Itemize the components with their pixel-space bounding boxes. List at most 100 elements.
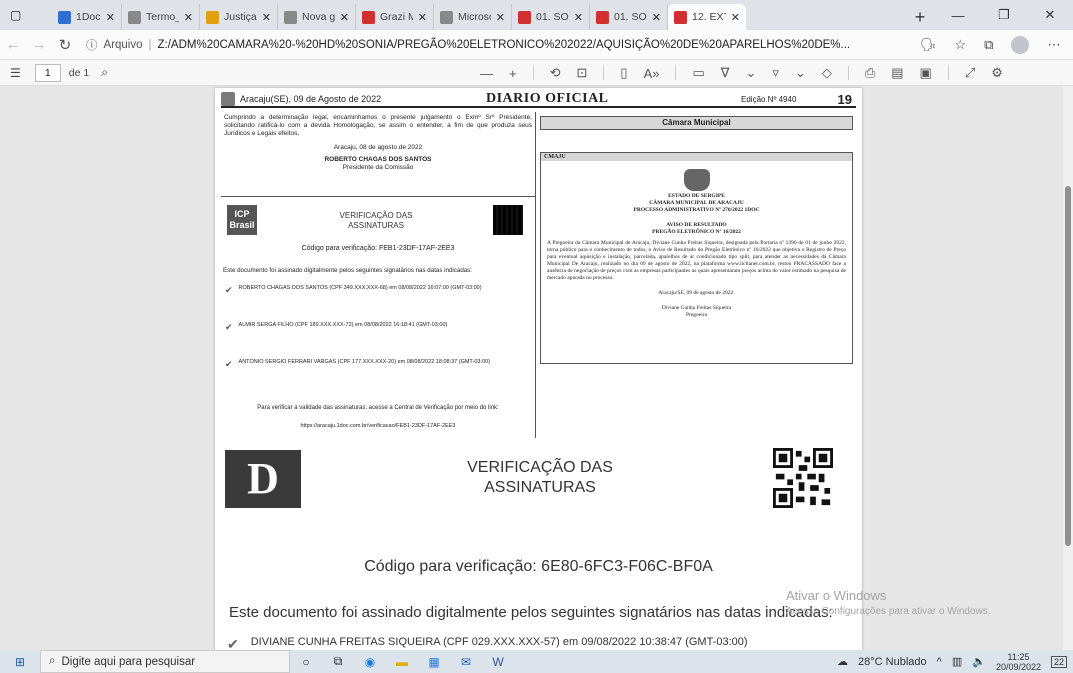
zoom-in-icon[interactable]: + xyxy=(509,66,517,81)
clock-date: 20/09/2022 xyxy=(995,661,1041,672)
mail-icon[interactable]: ✉ xyxy=(450,650,482,673)
search-icon[interactable]: ⌕ xyxy=(101,65,108,80)
page-total: de 1 xyxy=(68,66,90,79)
tab-close-icon[interactable]: ✕ xyxy=(731,11,740,24)
immersive-reader-icon[interactable]: ▭ xyxy=(692,65,704,81)
favorites-icon[interactable]: ☆ xyxy=(955,37,967,53)
word-icon[interactable]: W xyxy=(482,650,514,673)
notice-signer-role: Pregoeira xyxy=(685,312,708,318)
search-icon: ⌕ xyxy=(49,655,56,667)
highlight-icon[interactable]: ▿ xyxy=(772,65,779,81)
browser-tab[interactable]: Termo_d ✕ xyxy=(122,4,200,30)
new-tab-button[interactable]: + xyxy=(905,4,935,30)
big-signer-row: ✔ DIVIANE CUNHA FREITAS SIQUEIRA (CPF 02… xyxy=(227,636,748,650)
tab-list: 1Doc ✕ Termo_d ✕ Justiça p ✕ Nova gu ✕ Grazi Ma ✕… xyxy=(52,0,905,30)
restore-icon[interactable]: ❐ xyxy=(981,7,1027,23)
large-verification-block: D VERIFICAÇÃO DAS ASSINATURAS Código par… xyxy=(215,440,862,650)
browser-tab[interactable]: 01. SOLIC ✕ xyxy=(512,4,590,30)
page-number-input[interactable]: 1 xyxy=(34,63,61,82)
highlight-dropdown-icon[interactable]: ⌄ xyxy=(795,65,806,81)
tab-close-icon[interactable]: ✕ xyxy=(262,11,271,24)
store-icon[interactable]: ▦ xyxy=(418,650,450,673)
system-tray: ☁ 28°C Nublado ^ ▥ 🔈 11:25 20/09/2022 22 xyxy=(837,652,1073,672)
browser-tab[interactable]: Nova gu ✕ xyxy=(278,4,356,30)
page-number: 19 xyxy=(837,91,852,107)
task-view-icon[interactable]: ⧉ xyxy=(322,650,354,673)
browser-tab[interactable]: 01. SOLIC ✕ xyxy=(590,4,668,30)
save-icon[interactable]: ▤ xyxy=(891,65,903,81)
minimize-icon[interactable]: — xyxy=(935,8,981,23)
tab-close-icon[interactable]: ✕ xyxy=(574,11,583,24)
file-explorer-icon[interactable]: ▬ xyxy=(386,650,418,673)
browser-tab[interactable]: Justiça p ✕ xyxy=(200,4,278,30)
tab-close-icon[interactable]: ✕ xyxy=(418,11,427,24)
volume-icon[interactable]: 🔈 xyxy=(972,655,986,668)
browser-tab[interactable]: 1Doc ✕ xyxy=(52,4,122,30)
tab-close-icon[interactable]: ✕ xyxy=(652,11,661,24)
windows-start-icon[interactable]: ⊞ xyxy=(0,655,40,669)
profile-avatar[interactable] xyxy=(1011,35,1030,54)
notice-signer: Diviane Cunha Freitas Siqueira xyxy=(661,305,732,311)
save-as-icon[interactable]: ▣ xyxy=(920,65,932,81)
url-text[interactable]: Z:/ADM%20CAMARA%20-%20HD%20SONIA/PREGÃO%… xyxy=(158,39,851,51)
check-icon: ✔ xyxy=(225,359,233,369)
check-icon: ✔ xyxy=(227,636,239,650)
big-verif-code: Código para verificação: 6E80-6FC3-F06C-… xyxy=(364,558,713,575)
contents-icon[interactable]: ☰ xyxy=(10,66,21,80)
browser-tab[interactable]: 12. EXTR ✕ xyxy=(668,4,746,30)
tab-close-icon[interactable]: ✕ xyxy=(496,11,505,24)
toolbar-divider xyxy=(847,66,849,80)
weather-text[interactable]: 28°C Nublado xyxy=(858,656,927,668)
right-column: Câmara Municipal CMAJU ESTADO DE SERGIPE… xyxy=(537,112,856,438)
fullscreen-icon[interactable]: ⤢ xyxy=(965,65,975,81)
pdf-icon xyxy=(674,10,687,24)
toolbar-divider xyxy=(947,66,949,80)
cortana-icon[interactable]: ○ xyxy=(290,650,322,673)
network-icon[interactable]: ▥ xyxy=(952,655,962,668)
erase-icon[interactable]: ◇ xyxy=(822,65,832,81)
scrollbar-thumb[interactable] xyxy=(1065,186,1071,546)
edge-icon[interactable]: ◉ xyxy=(354,650,386,673)
refresh-icon[interactable]: ↻ xyxy=(52,36,78,54)
browser-tab[interactable]: Grazi Ma ✕ xyxy=(356,4,434,30)
tab-close-icon[interactable]: ✕ xyxy=(106,11,115,24)
gazette-title: DIARIO OFICIAL xyxy=(486,91,609,106)
close-window-icon[interactable]: ✕ xyxy=(1027,7,1073,23)
notification-badge[interactable]: 22 xyxy=(1050,655,1067,668)
qr-code-icon xyxy=(493,205,523,235)
tab-actions-icon[interactable]: ▢ xyxy=(10,8,21,22)
document-icon xyxy=(128,10,141,24)
tab-close-icon[interactable]: ✕ xyxy=(340,11,349,24)
tab-close-icon[interactable]: ✕ xyxy=(184,11,193,24)
more-options-icon[interactable]: ⋯ xyxy=(1047,37,1060,53)
back-icon[interactable]: ← xyxy=(0,36,26,53)
settings-icon[interactable]: ⚙ xyxy=(991,65,1003,81)
check-icon: ✔ xyxy=(225,285,233,295)
weather-icon[interactable]: ☁ xyxy=(837,655,848,668)
taskbar-search[interactable]: ⌕ Digite aqui para pesquisar xyxy=(40,650,290,673)
show-hidden-icon[interactable]: ^ xyxy=(937,656,942,668)
zoom-out-icon[interactable]: — xyxy=(480,66,493,81)
rotate-icon[interactable]: ⟲ xyxy=(550,65,561,81)
big-verif-intro: Este documento foi assinado digitalmente… xyxy=(229,604,833,621)
fit-page-icon[interactable]: ⊡ xyxy=(577,65,588,81)
read-aloud-pdf-icon[interactable]: A» xyxy=(644,66,660,81)
check-icon: ✔ xyxy=(225,322,233,332)
info-icon[interactable]: ⓘ xyxy=(86,37,98,53)
clock[interactable]: 11:25 20/09/2022 xyxy=(996,652,1041,672)
print-icon[interactable]: ⎙ xyxy=(865,65,875,81)
gazette-header: Aracaju(SE), 09 de Agosto de 2022 DIARIO… xyxy=(221,91,856,108)
pdf-viewer[interactable]: Aracaju(SE), 09 de Agosto de 2022 DIARIO… xyxy=(0,86,1073,650)
vertical-scrollbar[interactable] xyxy=(1063,86,1073,650)
draw-dropdown-icon[interactable]: ⌄ xyxy=(745,65,756,81)
collections-icon[interactable]: ⧉ xyxy=(984,37,993,53)
url-field[interactable]: ⓘ Arquivo | Z:/ADM%20CAMARA%20-%20HD%20S… xyxy=(86,37,906,53)
small-verif-link[interactable]: https://aracaju.1doc.com.br/verificacao/… xyxy=(221,423,535,429)
read-aloud-icon[interactable]: 🗣 xyxy=(920,37,937,53)
toolbar-divider xyxy=(675,66,677,80)
browser-tab[interactable]: Microsof ✕ xyxy=(434,4,512,30)
tab-title: 1Doc xyxy=(76,11,101,23)
draw-icon[interactable]: ∇ xyxy=(721,65,730,81)
page-view-icon[interactable]: ▯ xyxy=(620,65,627,81)
forward-icon[interactable]: → xyxy=(26,36,52,53)
